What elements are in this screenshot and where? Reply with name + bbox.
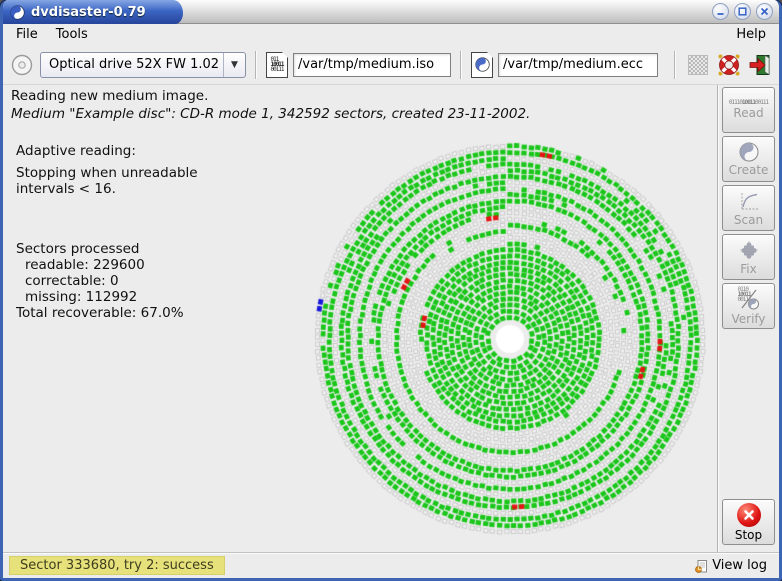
sectors-readable: readable: 229600 xyxy=(16,257,198,273)
disc-icon xyxy=(10,53,34,77)
toolbar-separator xyxy=(255,51,257,79)
scan-button: Scan xyxy=(722,185,775,231)
titlebar: dvdisaster-0.79 xyxy=(3,0,779,24)
sectors-correctable: correctable: 0 xyxy=(16,273,198,289)
drive-select-button[interactable] xyxy=(9,52,35,78)
read-button: 01110 10011 00111 Read xyxy=(722,87,775,133)
statusbar: Sector 333680, try 2: success View log xyxy=(3,552,779,578)
menu-file[interactable]: File xyxy=(7,26,47,43)
stop-button[interactable]: Stop xyxy=(722,499,775,545)
maximize-button[interactable] xyxy=(734,3,751,20)
lifebuoy-icon xyxy=(717,53,741,77)
fix-puzzle-icon xyxy=(738,239,760,261)
menu-help[interactable]: Help xyxy=(727,26,775,43)
image-file-icon: 011 10011 00111 xyxy=(266,52,288,78)
medium-info-line: Medium "Example disc": CD-R mode 1, 3425… xyxy=(11,106,709,122)
drive-selector-value: Optical drive 52X FW 1.02 xyxy=(41,57,223,72)
menu-tools[interactable]: Tools xyxy=(47,26,97,43)
view-log-icon xyxy=(694,559,708,573)
close-button[interactable] xyxy=(756,3,773,20)
status-line-1: Reading new medium image. xyxy=(11,88,709,104)
close-icon xyxy=(759,6,770,17)
read-binary-icon: 01110 10011 00111 xyxy=(729,100,768,105)
fix-button: Fix xyxy=(722,234,775,280)
app-window: dvdisaster-0.79 File Tools Help xyxy=(0,0,782,581)
status-message: Sector 333680, try 2: success xyxy=(9,556,225,575)
create-button: Create xyxy=(722,136,775,182)
menubar: File Tools Help xyxy=(3,24,779,45)
image-file-input[interactable] xyxy=(293,53,451,77)
window-title: dvdisaster-0.79 xyxy=(31,5,146,20)
exit-door-icon xyxy=(748,53,772,77)
title-tab[interactable]: dvdisaster-0.79 xyxy=(3,0,183,24)
adaptive-reading-title: Adaptive reading: xyxy=(16,143,198,159)
toolbar-separator xyxy=(674,51,676,79)
ecc-file-icon xyxy=(471,52,493,78)
sectors-missing: missing: 112992 xyxy=(16,289,198,305)
verify-icon: 0110 10011 00111 xyxy=(737,287,761,311)
stop-icon xyxy=(737,503,761,527)
stopping-line-2: intervals < 16. xyxy=(16,181,198,197)
preferences-button xyxy=(685,52,711,78)
drawing-area: Reading new medium image. Medium "Exampl… xyxy=(3,85,717,552)
ecc-file-input[interactable] xyxy=(498,53,658,77)
preferences-icon-disabled xyxy=(688,55,708,75)
minimize-button[interactable] xyxy=(712,3,729,20)
quit-button[interactable] xyxy=(747,52,773,78)
help-button[interactable] xyxy=(716,52,742,78)
adaptive-reading-panel: Adaptive reading: Stopping when unreadab… xyxy=(16,143,198,321)
action-sidebar: 01110 10011 00111 Read Create xyxy=(717,85,779,552)
verify-button: 0110 10011 00111 Verify xyxy=(722,283,775,329)
app-yinyang-icon xyxy=(10,5,25,20)
create-yinyang-icon xyxy=(739,142,759,162)
sectors-processed-title: Sectors processed xyxy=(16,241,198,257)
scan-curve-icon xyxy=(738,190,760,212)
maximize-icon xyxy=(737,6,748,17)
chevron-down-icon: ▼ xyxy=(223,53,245,77)
minimize-icon xyxy=(715,6,726,17)
drive-selector[interactable]: Optical drive 52X FW 1.02 ▼ xyxy=(40,52,246,78)
toolbar-separator xyxy=(460,51,462,79)
total-recoverable: Total recoverable: 67.0% xyxy=(16,305,198,321)
toolbar: Optical drive 52X FW 1.02 ▼ 011 10011 00… xyxy=(3,45,779,85)
stopping-line-1: Stopping when unreadable xyxy=(16,165,198,181)
view-log-button[interactable]: View log xyxy=(688,557,773,574)
